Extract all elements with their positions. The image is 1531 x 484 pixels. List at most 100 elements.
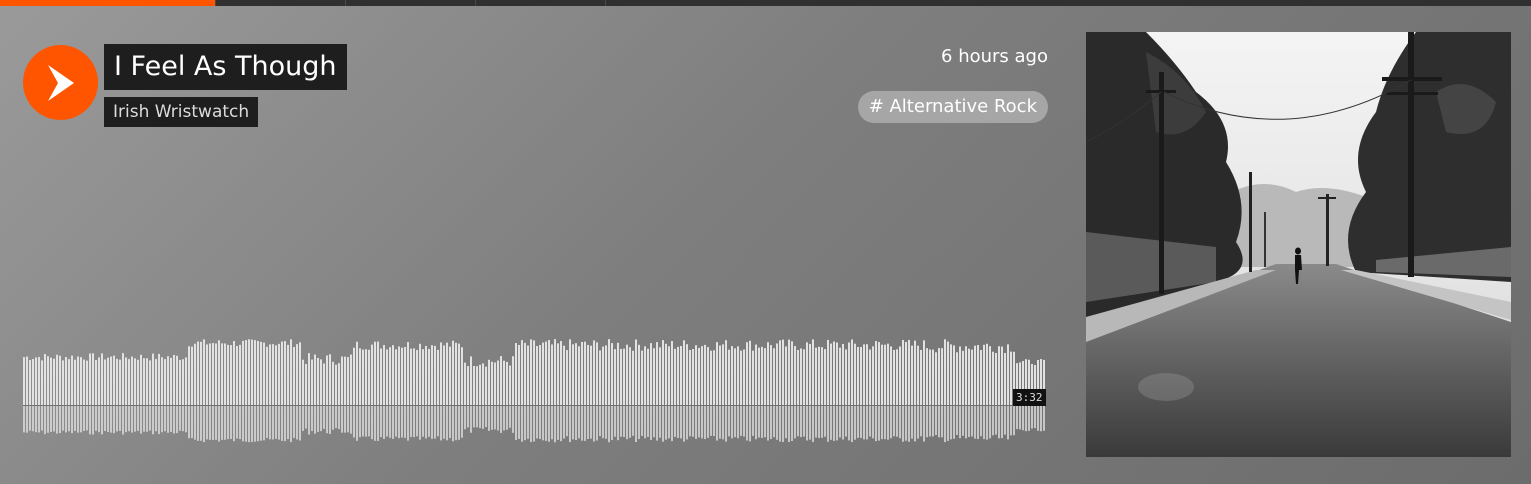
waveform-reflection-bar <box>245 406 247 442</box>
waveform-reflection-bar <box>353 406 355 438</box>
waveform-reflection-bar <box>719 406 721 439</box>
waveform-reflection-bar <box>155 406 157 432</box>
waveform-bar <box>197 341 199 405</box>
waveform-reflection-bar <box>938 406 940 438</box>
queue-segment[interactable] <box>606 0 1531 6</box>
waveform-bar <box>581 341 583 405</box>
waveform-reflection-bar <box>971 406 973 437</box>
waveform-reflection-bar <box>536 406 538 439</box>
waveform-reflection-bar <box>929 406 931 437</box>
waveform-bar <box>707 347 709 405</box>
waveform-reflection-bar <box>596 406 598 441</box>
queue-segment-current[interactable] <box>0 0 216 6</box>
queue-progress-strip[interactable] <box>0 0 1531 6</box>
waveform-reflection-bar <box>887 406 889 440</box>
waveform-reflection-bar <box>983 406 985 440</box>
artist-name[interactable]: Irish Wristwatch <box>104 97 259 127</box>
queue-segment[interactable] <box>346 0 476 6</box>
waveform-bar <box>317 357 319 405</box>
waveform-reflection-bar <box>77 406 79 433</box>
waveform-reflection-bar <box>1001 406 1003 439</box>
track-title[interactable]: I Feel As Though <box>104 44 347 90</box>
waveform-bar <box>740 350 742 405</box>
waveform-bar <box>554 339 556 405</box>
queue-segment[interactable] <box>476 0 606 6</box>
waveform-reflection-bar <box>335 406 337 429</box>
waveform-bar <box>605 345 607 405</box>
waveform-bar <box>500 356 502 405</box>
waveform-bar <box>428 348 430 405</box>
waveform-bar <box>815 347 817 405</box>
waveform-reflection-bar <box>197 406 199 441</box>
waveform-bar <box>179 359 181 405</box>
waveform-bar <box>497 360 499 405</box>
waveform-reflection-bar <box>458 406 460 440</box>
waveform-bar <box>971 349 973 405</box>
waveform-reflection-bar <box>452 406 454 442</box>
waveform-reflection-bar <box>911 406 913 439</box>
genre-tag[interactable]: # Alternative Rock <box>857 91 1048 123</box>
waveform-reflection-bar <box>605 406 607 439</box>
waveform-reflection-bar <box>698 406 700 438</box>
waveform-bar <box>878 342 880 405</box>
waveform-bar <box>368 349 370 405</box>
waveform-bar <box>476 366 478 405</box>
waveform-reflection-bar <box>482 406 484 429</box>
waveform-reflection-bar <box>122 406 124 435</box>
waveform-bar <box>989 346 991 405</box>
waveform-reflection-bar <box>599 406 601 437</box>
waveform-reflection-bar <box>44 406 46 435</box>
waveform-reflection-bar <box>755 406 757 440</box>
waveform-bar <box>107 357 109 405</box>
waveform-reflection-bar <box>893 406 895 437</box>
waveform-bar <box>920 349 922 405</box>
waveform-bar <box>872 346 874 405</box>
waveform-reflection-bar <box>749 406 751 442</box>
waveform-bar <box>950 344 952 405</box>
waveform-bar <box>320 359 322 405</box>
waveform-reflection-bar <box>590 406 592 439</box>
waveform-reflection-bar <box>872 406 874 439</box>
waveform-bar <box>452 340 454 405</box>
waveform[interactable] <box>23 315 1048 445</box>
waveform-reflection-bar <box>737 406 739 439</box>
waveform-bar <box>422 349 424 405</box>
waveform-reflection-bar <box>773 406 775 438</box>
waveform-reflection-bar <box>797 406 799 437</box>
waveform-bar <box>743 349 745 405</box>
waveform-reflection-bar <box>593 406 595 442</box>
waveform-reflection-bar <box>296 406 298 440</box>
waveform-reflection-bar <box>200 406 202 441</box>
waveform-reflection-bar <box>308 406 310 435</box>
waveform-reflection-bar <box>926 406 928 438</box>
waveform-reflection-bar <box>761 406 763 438</box>
waveform-reflection-bar <box>185 406 187 433</box>
waveform-reflection-bar <box>899 406 901 439</box>
waveform-bar <box>431 345 433 405</box>
waveform-bar <box>227 344 229 405</box>
queue-segment[interactable] <box>216 0 346 6</box>
waveform-bar <box>437 349 439 405</box>
waveform-reflection-bar <box>512 406 514 433</box>
waveform-reflection-bar <box>227 406 229 440</box>
waveform-bar <box>272 344 274 405</box>
play-button[interactable] <box>23 45 98 120</box>
waveform-reflection-bar <box>386 406 388 437</box>
waveform-reflection-bar <box>632 406 634 436</box>
waveform-reflection-bar <box>497 406 499 431</box>
waveform-bar <box>374 341 376 405</box>
waveform-bar <box>269 344 271 405</box>
waveform-bar <box>512 356 514 405</box>
artwork-image[interactable] <box>1086 32 1511 457</box>
waveform-bar <box>776 343 778 405</box>
waveform-bar <box>797 349 799 405</box>
waveform-reflection-bar <box>824 406 826 437</box>
waveform-bar <box>617 342 619 405</box>
waveform-reflection-bar <box>350 406 352 434</box>
waveform-bar <box>803 349 805 405</box>
waveform-bar <box>464 362 466 405</box>
waveform-reflection-bar <box>38 406 40 433</box>
waveform-reflection-bar <box>731 406 733 439</box>
waveform-reflection-bar <box>800 406 802 438</box>
waveform-reflection-bar <box>770 406 772 439</box>
